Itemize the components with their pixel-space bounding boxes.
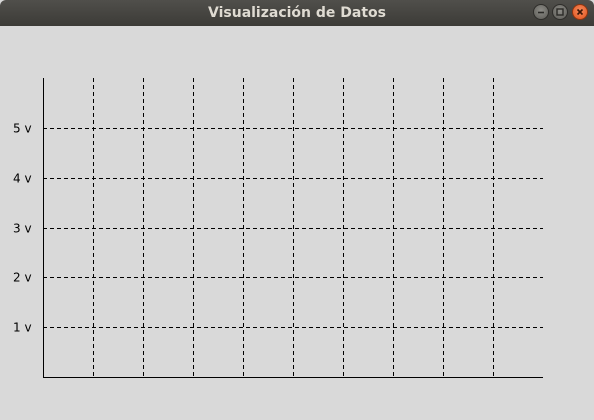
maximize-button[interactable] xyxy=(552,4,568,20)
y-tick-label: 4 v xyxy=(13,172,32,186)
maximize-icon xyxy=(556,8,564,16)
chart-area: 1 v 2 v 3 v 4 v 5 v xyxy=(0,26,594,420)
title-bar[interactable]: Visualización de Datos xyxy=(0,0,594,26)
y-tick-label: 2 v xyxy=(13,271,32,285)
y-tick-label: 5 v xyxy=(13,122,32,136)
app-window: Visualización de Datos 1 v 2 v 3 v 4 v 5 v xyxy=(0,0,594,420)
minimize-button[interactable] xyxy=(533,4,549,20)
y-tick-label: 1 v xyxy=(13,321,32,335)
window-title: Visualización de Datos xyxy=(208,5,386,21)
voltage-plot: 1 v 2 v 3 v 4 v 5 v xyxy=(13,78,543,378)
close-icon xyxy=(576,8,584,16)
y-tick-label: 3 v xyxy=(13,222,32,236)
close-button[interactable] xyxy=(572,4,588,20)
minimize-icon xyxy=(538,11,544,14)
